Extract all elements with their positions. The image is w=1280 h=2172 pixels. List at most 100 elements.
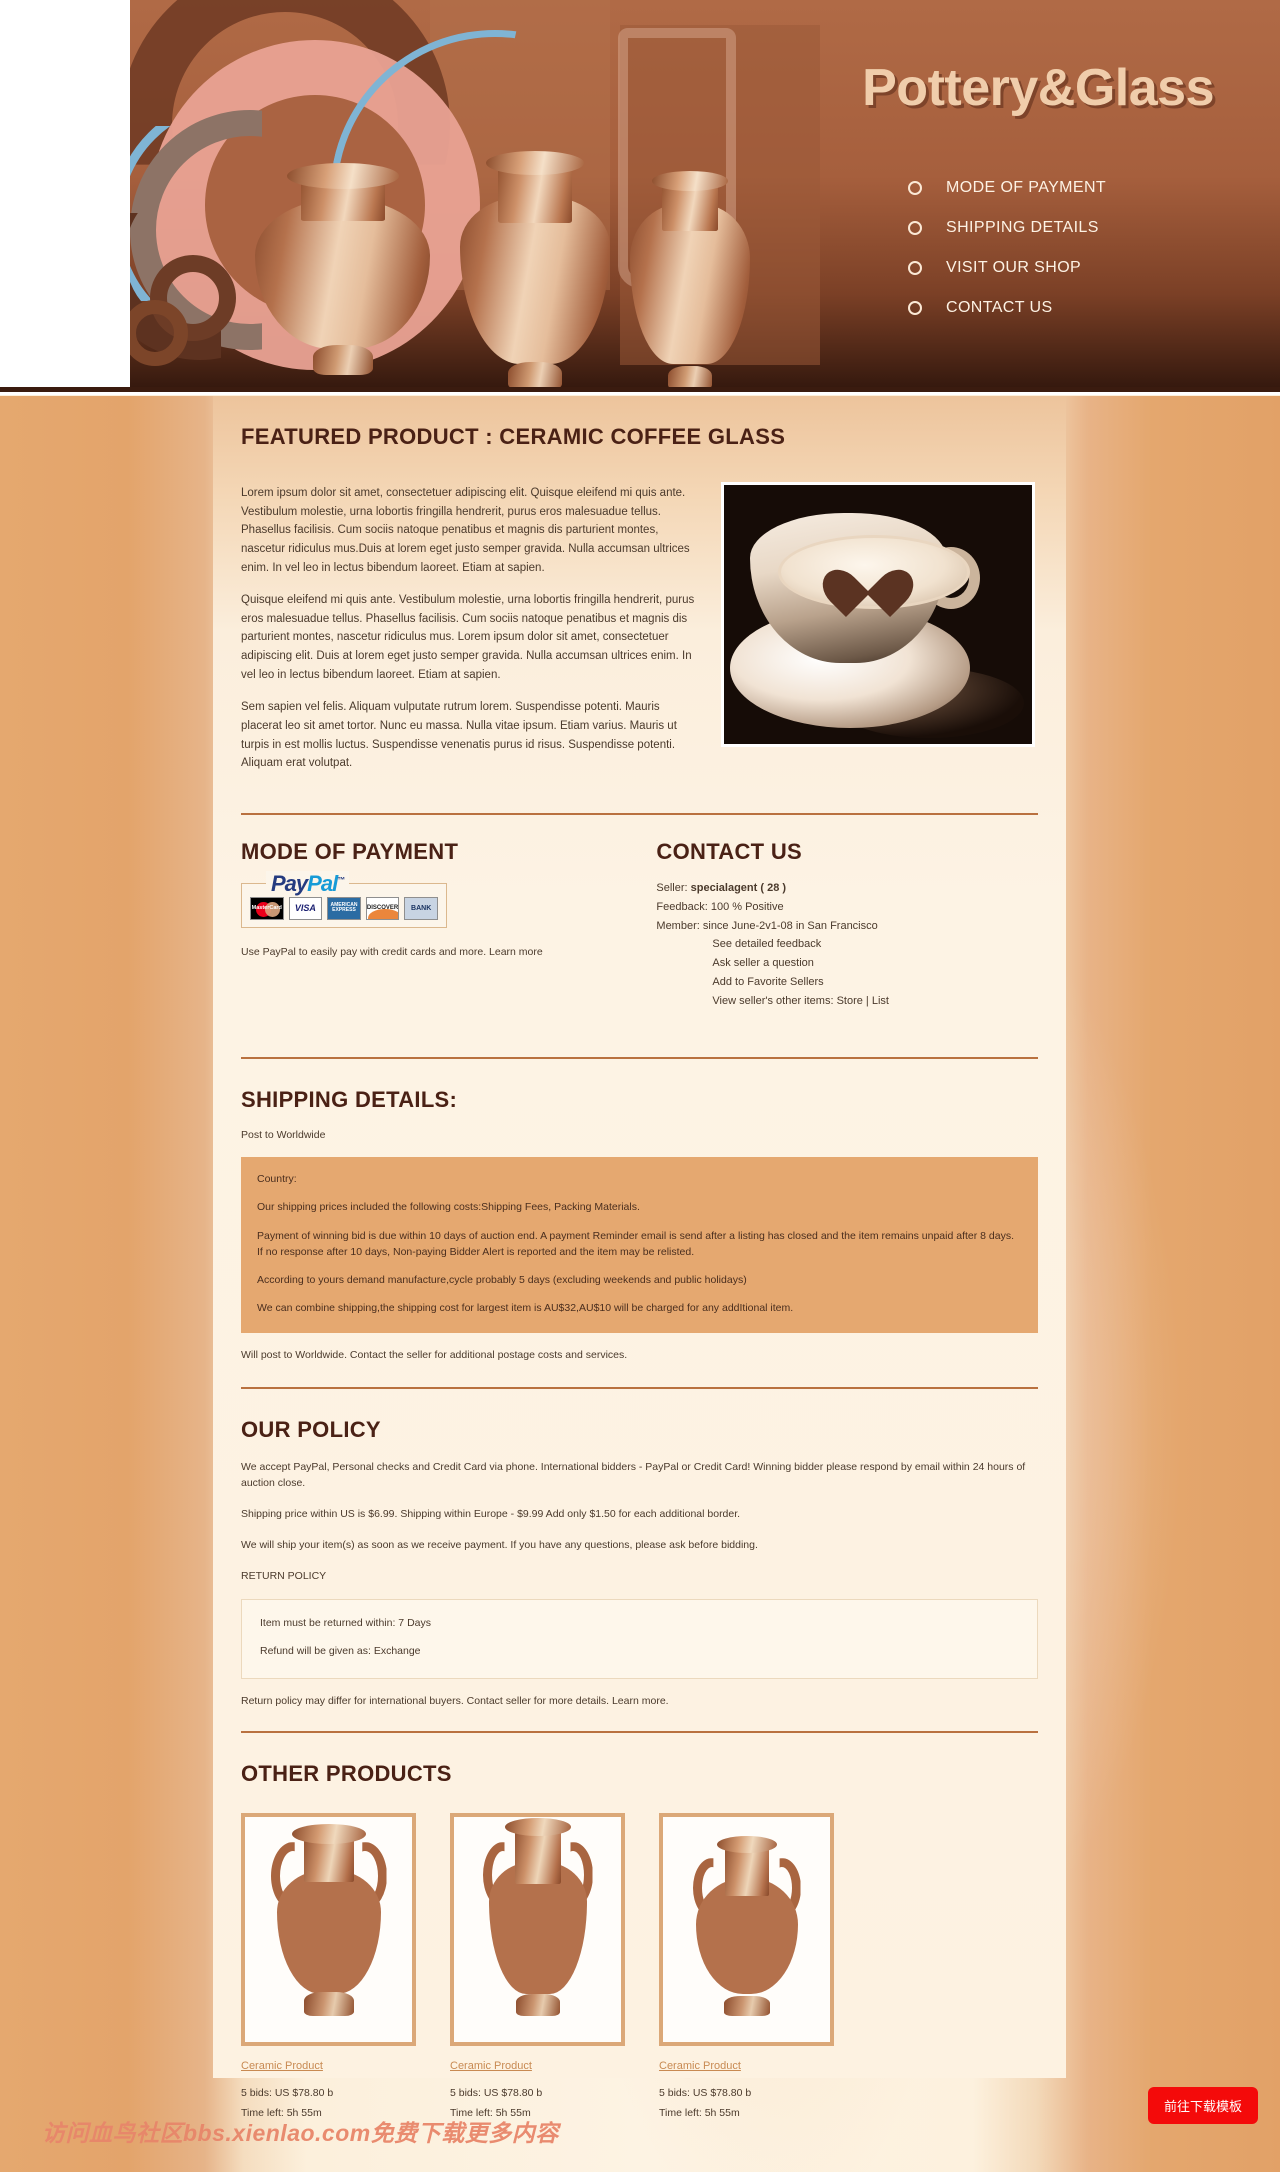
site-watermark: 访问血鸟社区bbs.xienlao.com免费下载更多内容 (42, 2120, 559, 2146)
pottery-glass-template-page: Pottery&Glass MODE OF PAYMENT SHIPPING D… (0, 0, 1280, 2172)
paypal-badge[interactable]: PayPal™ MasterCard VISA AMERICAN EXPRESS… (241, 870, 447, 928)
circle-bullet-icon (908, 221, 922, 235)
contact-column: CONTACT US Seller: specialagent ( 28 ) F… (656, 839, 1038, 1011)
product-title-link[interactable]: Ceramic Product (450, 2060, 532, 2072)
product-title-link[interactable]: Ceramic Product (241, 2060, 323, 2072)
featured-product-title: FEATURED PRODUCT : CERAMIC COFFEE GLASS (241, 424, 786, 449)
featured-paragraph: Lorem ipsum dolor sit amet, consectetuer… (241, 487, 690, 574)
view-other-items-link[interactable]: View seller's other items: Store | List (656, 992, 1038, 1011)
trademark-icon: ™ (337, 875, 345, 885)
vase-foot (303, 1992, 354, 2017)
featured-paragraph: Quisque eleifend mi quis ante. Vestibulu… (241, 594, 695, 681)
featured-paragraph: Sem sapien vel felis. Aliquam vulputate … (241, 701, 677, 770)
mastercard-label: MasterCard (251, 905, 282, 912)
main-content: FEATURED PRODUCT : CERAMIC COFFEE GLASS … (213, 396, 1066, 2123)
visa-icon: VISA (288, 896, 323, 920)
other-products-row: Ceramic Product 5 bids: US $78.80 b Time… (213, 1787, 1066, 2123)
add-favorite-sellers-link[interactable]: Add to Favorite Sellers (656, 973, 1038, 992)
banner-vase-right (630, 171, 750, 390)
feedback-row: Feedback: 100 % Positive (656, 898, 1038, 917)
post-to-text: Post to Worldwide (241, 1129, 326, 1142)
amex-label: AMERICAN EXPRESS (330, 901, 358, 914)
nav-item-visit-our-shop[interactable]: VISIT OUR SHOP (908, 248, 1208, 288)
policy-body: We accept PayPal, Personal checks and Cr… (213, 1443, 1066, 1585)
return-policy-box: Item must be returned within: 7 Days Ref… (241, 1598, 1038, 1680)
discover-icon: DISCOVER (365, 896, 400, 920)
vase-lip (652, 171, 728, 191)
policy-paragraph: We accept PayPal, Personal checks and Cr… (241, 1460, 1026, 1490)
visa-label: VISA (294, 903, 316, 914)
paypal-pal-text: Pal (307, 870, 338, 896)
product-card[interactable]: Ceramic Product 5 bids: US $78.80 b Time… (241, 1813, 416, 2123)
featured-product-description: Lorem ipsum dolor sit amet, consectetuer… (241, 484, 703, 787)
seller-value[interactable]: specialagent ( 28 ) (691, 882, 786, 894)
product-vase-illustration (269, 1824, 389, 2017)
policy-paragraph: Shipping price within US is $6.99. Shipp… (241, 1508, 741, 1521)
vase-lip (291, 1824, 366, 1845)
other-products-title: OTHER PRODUCTS (241, 1761, 452, 1787)
refund-type-text: Refund will be given as: Exchange (260, 1645, 421, 1658)
nav-item-contact-us[interactable]: CONTACT US (908, 288, 1208, 328)
feedback-value: 100 % Positive (710, 900, 784, 913)
member-row: Member: since June-2v1-08 in San Francis… (656, 917, 1038, 936)
feedback-label: Feedback: (656, 900, 708, 913)
see-detailed-feedback-link[interactable]: See detailed feedback (656, 935, 1038, 954)
shipping-details-title: SHIPPING DETAILS: (241, 1087, 458, 1113)
product-vase-illustration (482, 1818, 593, 2017)
circle-bullet-icon (908, 301, 922, 315)
product-image-frame (450, 1813, 625, 2047)
product-title-link[interactable]: Ceramic Product (659, 2060, 741, 2072)
product-bids: 5 bids: US $78.80 b (450, 2087, 543, 2100)
heart-icon (836, 549, 900, 593)
nav-label: VISIT OUR SHOP (946, 259, 1082, 276)
featured-product-row: Lorem ipsum dolor sit amet, consectetuer… (213, 450, 1066, 787)
vase-foot (508, 362, 562, 390)
vase-lip (716, 1836, 777, 1854)
banner-artwork: Pottery&Glass MODE OF PAYMENT SHIPPING D… (0, 0, 1280, 392)
circle-bullet-icon (908, 261, 922, 275)
banner-left-margin (0, 0, 130, 392)
vase-lip (504, 1818, 571, 1837)
our-policy-title: OUR POLICY (241, 1416, 381, 1442)
nav-item-shipping-details[interactable]: SHIPPING DETAILS (908, 208, 1208, 248)
paypal-logo: PayPal™ (266, 870, 350, 897)
site-banner: Pottery&Glass MODE OF PAYMENT SHIPPING D… (0, 0, 1280, 395)
return-window-text: Item must be returned within: 7 Days (260, 1616, 431, 1629)
product-card[interactable]: Ceramic Product 5 bids: US $78.80 b Time… (450, 1813, 625, 2123)
product-bids: 5 bids: US $78.80 b (241, 2087, 334, 2100)
shipping-payment-terms-text: Payment of winning bid is due within 10 … (257, 1229, 1015, 1258)
site-title: Pottery&Glass (862, 59, 1214, 117)
paypal-note[interactable]: Use PayPal to easily pay with credit car… (241, 946, 656, 958)
vase-foot (723, 1996, 770, 2017)
circle-bullet-icon (908, 181, 922, 195)
vase-lip (486, 151, 584, 175)
paypal-pay-text: Pay (271, 870, 308, 896)
amex-icon: AMERICAN EXPRESS (327, 896, 361, 920)
payment-contact-row: MODE OF PAYMENT PayPal™ MasterCard VISA … (213, 815, 1066, 1011)
product-card[interactable]: Ceramic Product 5 bids: US $78.80 b Time… (659, 1813, 834, 2123)
nav-label: CONTACT US (946, 299, 1053, 316)
product-time-left: Time left: 5h 55m (659, 2106, 740, 2119)
shipping-after-note: Will post to Worldwide. Contact the sell… (241, 1348, 628, 1361)
vase-foot (313, 345, 373, 375)
banner-vase-center (460, 151, 610, 390)
return-policy-note[interactable]: Return policy may differ for internation… (213, 1679, 1066, 1707)
ask-seller-question-link[interactable]: Ask seller a question (656, 954, 1038, 973)
product-vase-illustration (691, 1836, 803, 2017)
payment-column: MODE OF PAYMENT PayPal™ MasterCard VISA … (241, 839, 656, 1011)
seller-row: Seller: specialagent ( 28 ) (656, 879, 1038, 898)
download-template-button[interactable]: 前往下载模板 (1147, 2087, 1258, 2124)
shipping-info-panel: Country: Our shipping prices included th… (241, 1157, 1038, 1333)
nav-item-mode-of-payment[interactable]: MODE OF PAYMENT (908, 168, 1208, 208)
bank-icon: BANK (404, 896, 438, 920)
shipping-combine-text: We can combine shipping,the shipping cos… (257, 1302, 794, 1315)
contact-us-title: CONTACT US (656, 838, 802, 864)
vase-body (255, 199, 430, 349)
member-label: Member: (656, 919, 700, 932)
vase-foot (515, 1994, 560, 2017)
mode-of-payment-title: MODE OF PAYMENT (241, 838, 459, 864)
nav-label: MODE OF PAYMENT (946, 179, 1107, 196)
primary-navigation: MODE OF PAYMENT SHIPPING DETAILS VISIT O… (908, 168, 1208, 328)
mastercard-icon: MasterCard (250, 896, 284, 920)
banner-bottom-rule (0, 387, 1280, 392)
